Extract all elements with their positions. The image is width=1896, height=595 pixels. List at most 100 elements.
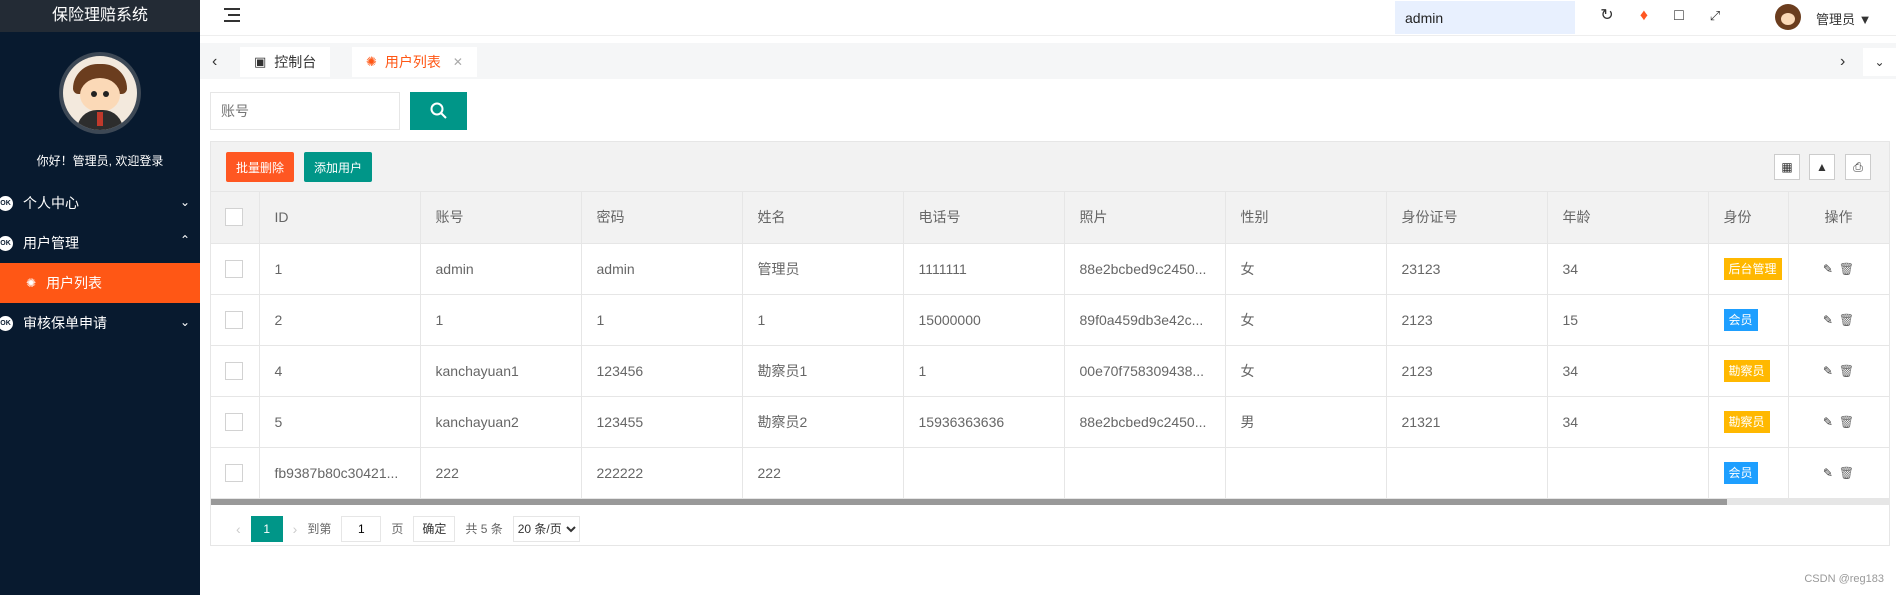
row-checkbox[interactable] [211, 447, 260, 499]
cell-phone: 15000000 [903, 294, 1065, 346]
edit-icon[interactable]: ✎ [1823, 466, 1833, 480]
cell-role: 会员 [1708, 294, 1789, 346]
cell-role: 勘察员 [1708, 345, 1789, 397]
tab-user-list[interactable]: ✺ 用户列表 ✕ [352, 47, 477, 77]
sidebar-item-user-list[interactable]: ✺ 用户列表 [0, 263, 200, 303]
export-icon[interactable]: ▲ [1809, 154, 1835, 180]
fullscreen-icon[interactable]: ⤢ [1706, 7, 1724, 25]
sidebar-item-review-policy[interactable]: OK 审核保单申请 ⌄ [0, 303, 200, 343]
column-header[interactable]: 身份证号 [1386, 192, 1548, 244]
row-checkbox[interactable] [211, 294, 260, 346]
edit-icon[interactable]: ✎ [1823, 313, 1833, 327]
page-unit-label: 页 [391, 522, 404, 536]
cell-password: admin [581, 243, 743, 295]
welcome-text: 你好！管理员, 欢迎登录 [36, 154, 164, 168]
cell-photo: 88e2bcbed9c2450... [1064, 396, 1226, 448]
avatar [59, 52, 141, 134]
cell-actions: ✎ 🗑︎ [1788, 345, 1890, 397]
table-row: 5 kanchayuan2 123455 勘察员2 15936363636 88e2bcb… [211, 396, 1890, 448]
chevron-down-icon: ⌄ [179, 315, 190, 329]
cell-role: 会员 [1708, 447, 1789, 499]
bell-icon[interactable]: ♦ [1635, 7, 1653, 25]
ok-icon: OK [0, 315, 13, 331]
confirm-button[interactable]: 确定 [413, 515, 456, 542]
delete-icon[interactable]: 🗑︎ [1839, 415, 1854, 429]
cell-id: 1 [259, 243, 421, 295]
row-checkbox[interactable] [211, 396, 260, 448]
app-title: 保险理赔系统 [0, 0, 200, 32]
cell-id: 4 [259, 345, 421, 397]
cell-name: 勘察员2 [742, 396, 904, 448]
tab-dropdown-icon[interactable]: ⌄ [1863, 48, 1896, 76]
watermark: CSDN @reg183 [1804, 573, 1884, 585]
next-page-icon[interactable]: › [293, 521, 298, 537]
edit-icon[interactable]: ✎ [1823, 415, 1833, 429]
header-search-input[interactable] [1395, 1, 1575, 34]
column-header[interactable]: 密码 [581, 192, 743, 244]
close-icon[interactable]: ✕ [453, 55, 463, 69]
ok-icon: OK [0, 235, 13, 251]
cell-photo: 89f0a459db3e42c... [1064, 294, 1226, 346]
columns-filter-icon[interactable]: ▦ [1774, 154, 1800, 180]
sidebar-menu: OK 个人中心 ⌄ OK 用户管理 ⌃ ✺ 用户列表 OK 审核保单申请 ⌄ [0, 183, 200, 343]
cell-age: 15 [1547, 294, 1709, 346]
batch-delete-button[interactable]: 批量删除 [226, 152, 295, 182]
account-search-input[interactable] [210, 92, 400, 130]
add-user-button[interactable]: 添加用户 [304, 152, 373, 182]
current-page[interactable]: 1 [250, 515, 283, 542]
column-header[interactable]: ID [259, 192, 421, 244]
horizontal-scrollbar[interactable] [211, 498, 1889, 505]
cell-gender: 男 [1225, 396, 1387, 448]
edit-icon[interactable]: ✎ [1823, 262, 1833, 276]
tab-prev-icon[interactable]: ‹ [212, 53, 217, 71]
select-all-checkbox[interactable] [211, 192, 260, 244]
cell-phone: 15936363636 [903, 396, 1065, 448]
tab-console[interactable]: ▣ 控制台 [240, 47, 331, 77]
cell-actions: ✎ 🗑︎ [1788, 243, 1890, 295]
table-toolbar: 批量删除 添加用户 ▦ ▲ ⎙ [211, 142, 1889, 192]
row-checkbox[interactable] [211, 345, 260, 397]
role-badge: 勘察员 [1723, 359, 1770, 382]
goto-page-input[interactable] [341, 515, 382, 542]
lock-icon[interactable]: □ [1670, 7, 1688, 25]
sidebar-item-personal-center[interactable]: OK 个人中心 ⌄ [0, 183, 200, 223]
top-header: ↻ ♦ □ ⤢ 管理员 ▼ [200, 0, 1896, 36]
row-checkbox[interactable] [211, 243, 260, 295]
cell-gender [1225, 447, 1387, 499]
cell-actions: ✎ 🗑︎ [1788, 294, 1890, 346]
delete-icon[interactable]: 🗑︎ [1839, 262, 1854, 276]
column-header[interactable]: 身份 [1708, 192, 1789, 244]
tab-next-icon[interactable]: › [1840, 53, 1845, 71]
cell-photo [1064, 447, 1226, 499]
page-size-select[interactable]: 20 条/页 [512, 515, 580, 542]
tab-bar: ‹ ▣ 控制台 ✺ 用户列表 ✕ › ⌄ [200, 43, 1896, 79]
print-icon[interactable]: ⎙ [1845, 154, 1871, 180]
user-avatar[interactable] [1775, 4, 1801, 30]
cell-photo: 88e2bcbed9c2450... [1064, 243, 1226, 295]
cell-actions: ✎ 🗑︎ [1788, 396, 1890, 448]
sidebar-item-user-management[interactable]: OK 用户管理 ⌃ [0, 223, 200, 263]
prev-page-icon[interactable]: ‹ [236, 521, 241, 537]
delete-icon[interactable]: 🗑︎ [1839, 364, 1854, 378]
search-button[interactable] [410, 92, 467, 130]
cell-role: 勘察员 [1708, 396, 1789, 448]
refresh-icon[interactable]: ↻ [1598, 7, 1616, 25]
sidebar-item-label: 个人中心 [23, 195, 79, 211]
column-header[interactable]: 照片 [1064, 192, 1226, 244]
column-header[interactable]: 姓名 [742, 192, 904, 244]
total-count: 共 5 条 [465, 522, 503, 536]
menu-toggle-icon[interactable] [224, 8, 240, 22]
cell-account: 1 [420, 294, 582, 346]
user-menu[interactable]: 管理员 ▼ [1816, 9, 1872, 28]
cell-age: 34 [1547, 243, 1709, 295]
column-header[interactable]: 性别 [1225, 192, 1387, 244]
cell-gender: 女 [1225, 345, 1387, 397]
delete-icon[interactable]: 🗑︎ [1839, 466, 1854, 480]
edit-icon[interactable]: ✎ [1823, 364, 1833, 378]
column-header[interactable]: 电话号 [903, 192, 1065, 244]
column-header[interactable]: 账号 [420, 192, 582, 244]
delete-icon[interactable]: 🗑︎ [1839, 313, 1854, 327]
cell-idcard: 21321 [1386, 396, 1548, 448]
column-header[interactable]: 年龄 [1547, 192, 1709, 244]
scrollbar-thumb[interactable] [211, 498, 1727, 505]
